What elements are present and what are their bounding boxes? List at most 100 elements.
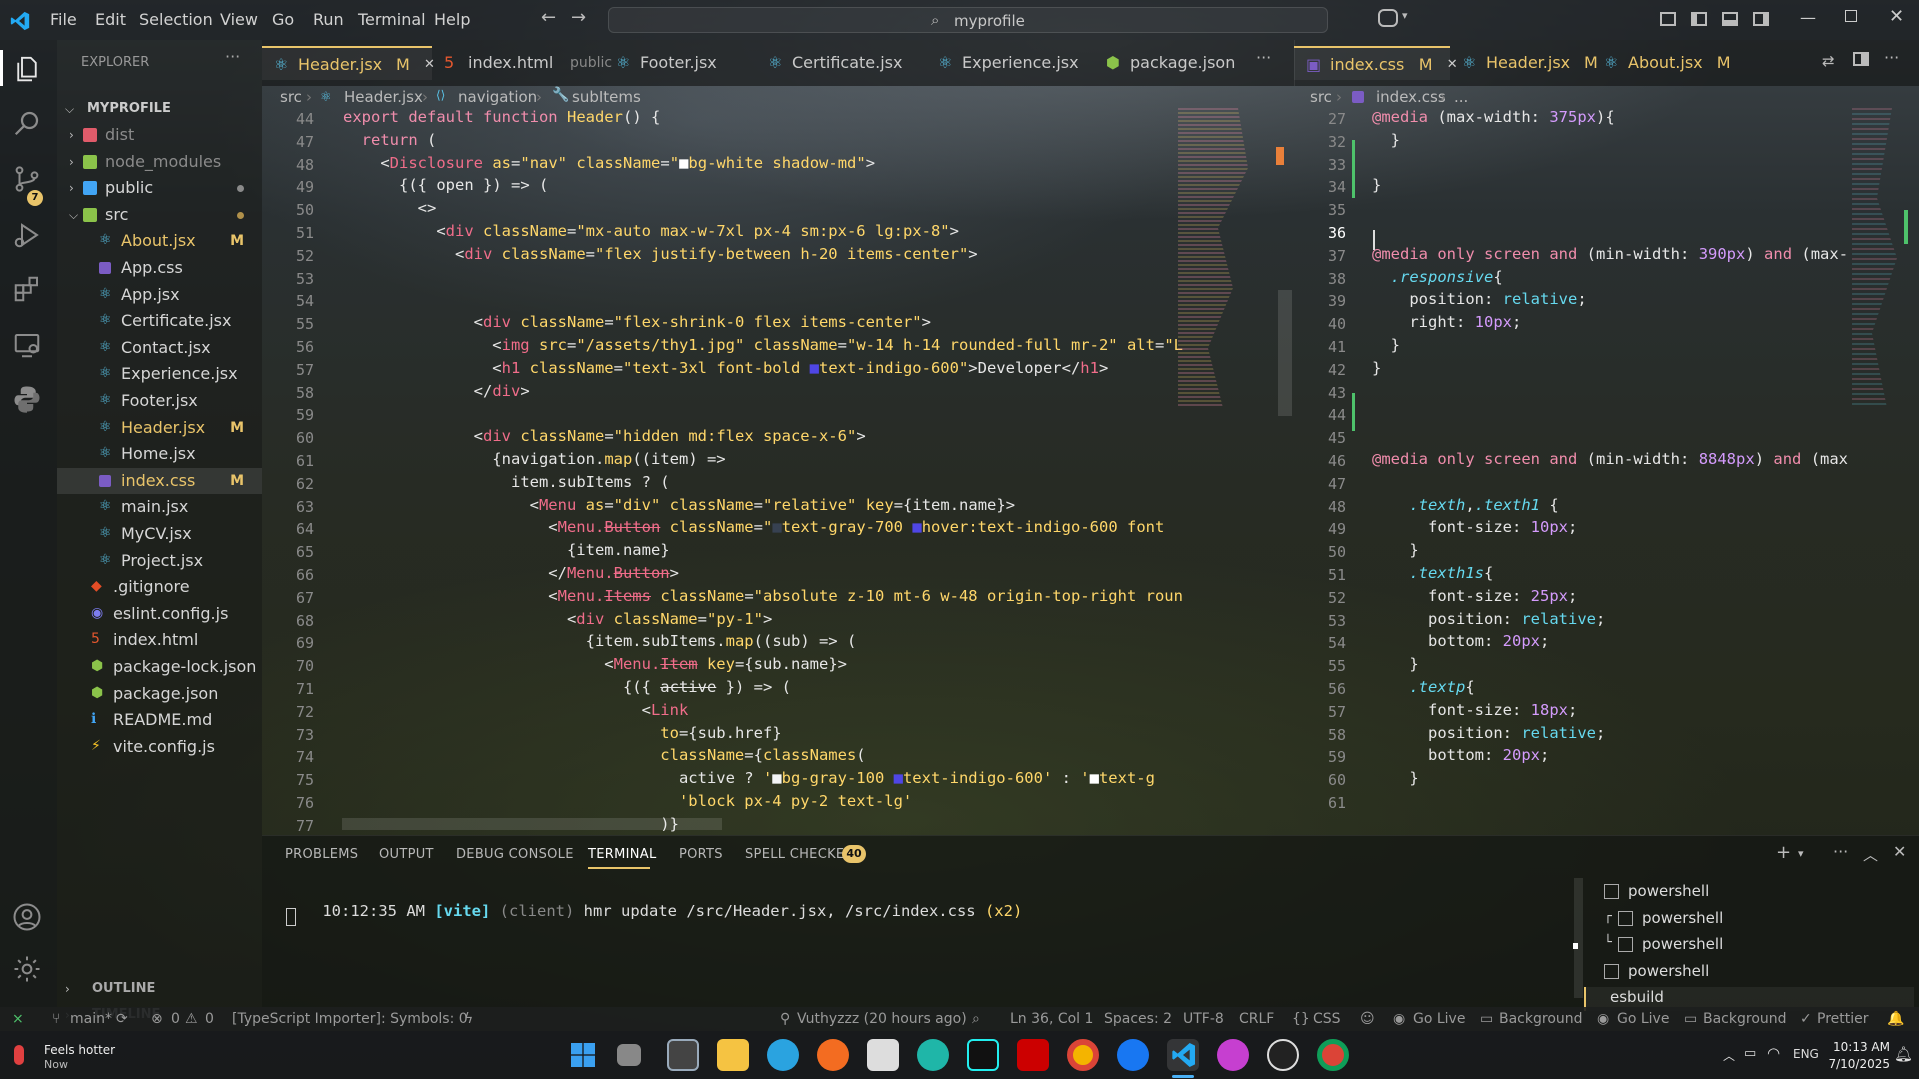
cursor-position[interactable]: Ln 36, Col 1 — [1010, 1011, 1093, 1027]
editor-tab[interactable]: ⚛ Certificate.jsx — [756, 46, 926, 80]
explorer-item[interactable]: ⚛ About.jsx M — [57, 228, 262, 254]
outline-section[interactable]: › OUTLINE — [57, 976, 262, 1002]
breadcrumb-src[interactable]: src — [1310, 88, 1332, 106]
browser-profile-icon[interactable] — [1217, 1039, 1249, 1071]
wifi-icon[interactable]: ◠ — [1767, 1044, 1780, 1062]
terminal-instance[interactable]: └ powershell — [1584, 934, 1914, 958]
command-center-search[interactable]: ⌕ myprofile — [608, 7, 1328, 33]
explorer-icon[interactable] — [12, 54, 44, 86]
chevron-down-icon[interactable]: ▾ — [1798, 847, 1804, 860]
explorer-item[interactable]: ⌵ src — [57, 202, 262, 228]
microsoft-store-icon[interactable] — [867, 1039, 899, 1071]
breadcrumb-symbol[interactable]: navigation — [458, 88, 537, 106]
editor-tab[interactable]: 5 index.html public — [432, 46, 612, 80]
breadcrumb-subitem[interactable]: subItems — [572, 88, 641, 106]
left-code-editor[interactable]: 44 export default function Header() {47 r… — [262, 108, 1294, 835]
toggle-secondary-sidebar-icon[interactable] — [1753, 12, 1769, 26]
new-terminal-icon[interactable]: + — [1776, 842, 1791, 863]
copilot-icon[interactable] — [1378, 9, 1398, 27]
left-horizontal-scrollbar[interactable] — [342, 818, 722, 830]
settings-gear-icon[interactable] — [12, 954, 44, 986]
notification-bell-icon[interactable]: 🔔︎ — [1894, 1045, 1913, 1063]
prettier-status[interactable]: Prettier — [1817, 1011, 1869, 1027]
more-actions-icon[interactable]: ··· — [225, 47, 240, 66]
explorer-item[interactable]: index.css M — [57, 467, 262, 494]
menu-help[interactable]: Help — [434, 10, 470, 29]
media-app-icon[interactable] — [1017, 1039, 1049, 1071]
windows-start-icon[interactable] — [567, 1039, 599, 1071]
right-code-editor[interactable]: 27 @media (max-width: 375px){32 } 33 34} 35 3… — [1294, 108, 1906, 835]
tab-terminal[interactable]: TERMINAL — [588, 847, 657, 862]
tab-spell-checker[interactable]: SPELL CHECKER — [745, 847, 854, 862]
chrome-icon[interactable] — [1067, 1039, 1099, 1071]
background-button[interactable]: Background — [1499, 1011, 1583, 1027]
branch-name[interactable]: main* — [70, 1011, 112, 1027]
run-debug-icon[interactable] — [12, 220, 44, 252]
breadcrumb-src[interactable]: src — [280, 88, 302, 106]
explorer-item[interactable]: ⚛ Project.jsx — [57, 548, 262, 574]
terminal-instance[interactable]: ┌ powershell — [1584, 908, 1914, 932]
edge-icon[interactable] — [917, 1039, 949, 1071]
warning-count[interactable]: 0 — [205, 1011, 214, 1027]
explorer-item[interactable]: ⚛ App.jsx — [57, 282, 262, 308]
language-indicator[interactable]: ENG — [1793, 1047, 1819, 1061]
battery-icon[interactable]: ▭ — [1744, 1046, 1756, 1061]
editor-tab[interactable]: ⚛ Footer.jsx — [604, 46, 756, 80]
explorer-item[interactable]: ◉ eslint.config.js — [57, 601, 262, 627]
explorer-item[interactable]: ◆ .gitignore — [57, 574, 262, 600]
left-scrollbar-thumb[interactable] — [1278, 290, 1292, 416]
editor-more-icon[interactable]: ··· — [1256, 48, 1271, 67]
terminal-scrollbar[interactable] — [1574, 878, 1583, 998]
chevron-down-icon[interactable]: ▾ — [1402, 9, 1408, 22]
menu-view[interactable]: View — [220, 10, 258, 29]
tab-output[interactable]: OUTPUT — [379, 847, 434, 862]
back-arrow-icon[interactable]: ← — [541, 7, 556, 28]
chatgpt-icon[interactable] — [1267, 1039, 1299, 1071]
remote-indicator-icon[interactable]: ⨯ — [12, 1011, 24, 1027]
search-icon[interactable] — [12, 108, 44, 140]
telegram-icon[interactable] — [767, 1039, 799, 1071]
lightning-icon[interactable]: ϟ — [464, 1011, 473, 1027]
extensions-icon[interactable] — [12, 274, 44, 306]
menu-edit[interactable]: Edit — [95, 10, 126, 29]
ts-importer-status[interactable]: [TypeScript Importer]: Symbols: 0 — [232, 1011, 468, 1027]
account-icon[interactable] — [12, 902, 44, 934]
firefox-icon[interactable] — [817, 1039, 849, 1071]
tab-debug-console[interactable]: DEBUG CONSOLE — [456, 847, 574, 862]
explorer-item[interactable]: ⬢ package-lock.json — [57, 654, 262, 680]
explorer-item[interactable]: ⚛ Certificate.jsx — [57, 308, 262, 334]
menu-terminal[interactable]: Terminal — [358, 10, 426, 29]
vscode-taskbar-icon[interactable] — [1167, 1039, 1199, 1071]
app-icon[interactable] — [667, 1039, 699, 1071]
editor-more-icon[interactable]: ··· — [1884, 48, 1899, 67]
explorer-item[interactable]: ⚛ Contact.jsx — [57, 335, 262, 361]
explorer-item[interactable]: ⚛ Experience.jsx — [57, 361, 262, 387]
explorer-item[interactable]: 5 index.html — [57, 627, 262, 653]
indentation[interactable]: Spaces: 2 — [1104, 1011, 1172, 1027]
menu-file[interactable]: File — [50, 10, 77, 29]
breadcrumb-symbol[interactable]: ... — [1454, 88, 1468, 106]
explorer-item[interactable]: ℹ README.md — [57, 707, 262, 733]
git-blame[interactable]: Vuthyzzz (20 hours ago) — [797, 1011, 967, 1027]
background-button-2[interactable]: Background — [1703, 1011, 1787, 1027]
go-live-button-2[interactable]: Go Live — [1617, 1011, 1669, 1027]
tab-ports[interactable]: PORTS — [679, 847, 723, 862]
task-view-icon[interactable] — [617, 1044, 641, 1066]
compare-changes-icon[interactable]: ⇄ — [1822, 52, 1835, 70]
sync-icon[interactable]: ⟳ — [116, 1011, 128, 1027]
toggle-panel-icon[interactable] — [1722, 12, 1738, 26]
editor-tab[interactable]: ▣ index.css M ✕ — [1294, 46, 1458, 80]
encoding[interactable]: UTF-8 — [1183, 1011, 1224, 1027]
file-explorer-icon[interactable] — [717, 1039, 749, 1071]
explorer-item[interactable]: › public — [57, 175, 262, 201]
explorer-item[interactable]: › node_modules — [57, 149, 262, 175]
copilot-status-icon[interactable]: ☺ — [1360, 1011, 1375, 1027]
menu-go[interactable]: Go — [272, 10, 294, 29]
language-mode[interactable]: CSS — [1313, 1011, 1341, 1027]
minimize-icon[interactable]: — — [1800, 8, 1816, 27]
terminal-instance[interactable]: powershell — [1584, 961, 1914, 985]
clock-date[interactable]: 7/10/2025 — [1826, 1057, 1890, 1071]
maximize-panel-icon[interactable]: ︿ — [1863, 844, 1878, 865]
zoom-icon[interactable]: ⌕ — [972, 1011, 980, 1027]
explorer-item[interactable]: › dist — [57, 122, 262, 148]
